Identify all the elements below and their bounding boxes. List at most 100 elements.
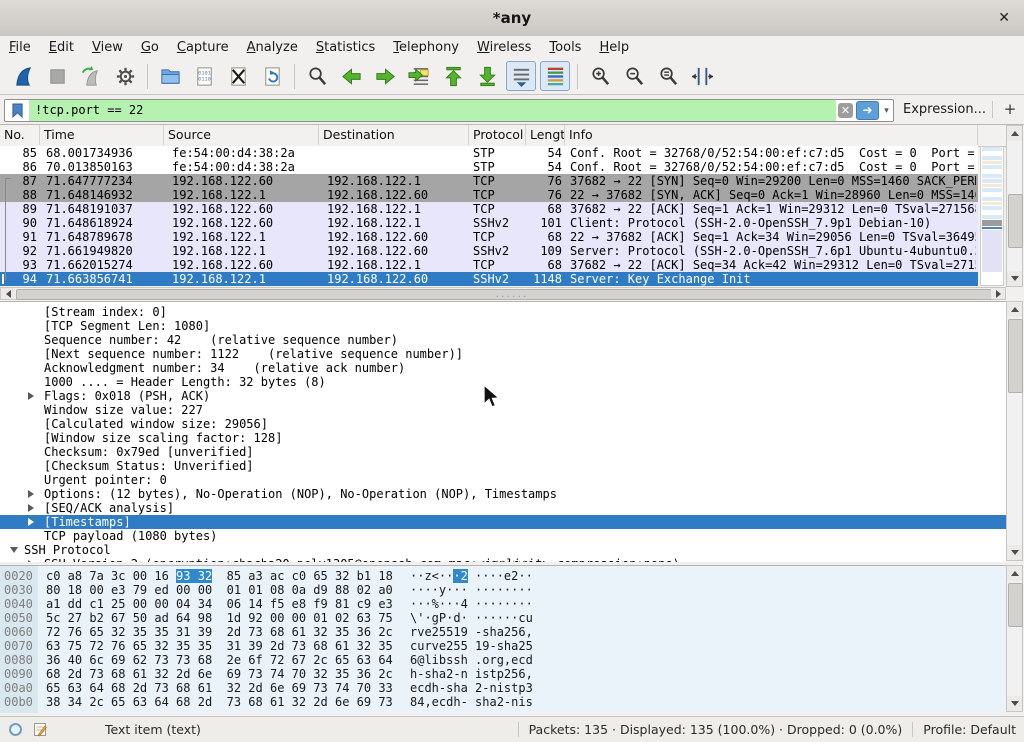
menu-go[interactable]: Go (132, 38, 168, 57)
go-forward-button[interactable] (370, 61, 400, 91)
detail-row[interactable]: Window size value: 227 (0, 403, 1006, 417)
expand-arrow-right-icon[interactable] (28, 490, 34, 498)
expand-arrow-right-icon[interactable] (28, 392, 34, 400)
packet-row-85[interactable]: 8568.001734936fe:54:00:d4:38:2aSTP54Conf… (0, 146, 978, 160)
packet-row-86[interactable]: 8670.013850163fe:54:00:d4:38:2aSTP54Conf… (0, 160, 978, 174)
menu-wireless[interactable]: Wireless (468, 38, 540, 57)
hex-vscrollbar[interactable] (1006, 565, 1023, 712)
hex-row[interactable]: 007063 75 72 76 65 32 35 35 31 39 2d 73 … (0, 639, 1006, 653)
restart-capture-button[interactable] (76, 61, 106, 91)
detail-row[interactable]: [Checksum Status: Unverified] (0, 459, 1006, 473)
detail-row[interactable]: Acknowledgment number: 34 (relative ack … (0, 361, 1006, 375)
packet-row-91[interactable]: 9171.648789678192.168.122.1192.168.122.6… (0, 230, 978, 244)
filter-add-button[interactable]: + (1001, 99, 1019, 120)
menu-tools[interactable]: Tools (540, 38, 590, 57)
packet-list-vscrollbar[interactable] (1006, 125, 1023, 287)
go-first-button[interactable] (438, 61, 468, 91)
stop-capture-button[interactable] (42, 61, 72, 91)
auto-scroll-button[interactable] (506, 61, 536, 91)
open-file-button[interactable] (155, 61, 185, 91)
scroll-down-button[interactable] (1007, 696, 1022, 711)
packet-row-90[interactable]: 9071.648618924192.168.122.60192.168.122.… (0, 216, 978, 230)
packet-row-87[interactable]: 8771.647777234192.168.122.60192.168.122.… (0, 174, 978, 188)
expression-button[interactable]: Expression... (903, 99, 986, 120)
detail-row[interactable]: [Next sequence number: 1122 (relative se… (0, 347, 1006, 361)
profile-status[interactable]: Profile: Default (923, 722, 1016, 737)
filter-dropdown-caret[interactable]: ▾ (880, 106, 893, 116)
hex-row[interactable]: 00a065 63 64 68 2d 73 68 61 32 2d 6e 69 … (0, 681, 1006, 695)
hex-row[interactable]: 003080 18 00 e3 79 ed 00 00 01 01 08 0a … (0, 583, 1006, 597)
column-header-source[interactable]: Source (164, 125, 319, 145)
splitter-grip[interactable]: ······ (486, 560, 538, 564)
go-to-packet-button[interactable] (404, 61, 434, 91)
zoom-original-button[interactable] (653, 61, 683, 91)
expand-arrow-right-icon[interactable] (28, 504, 34, 512)
hex-row[interactable]: 0020c0 a8 7a 3c 00 16 93 32 85 a3 ac c0 … (0, 569, 1006, 583)
splitter-grip[interactable]: ······ (486, 295, 538, 299)
filter-bookmark-button[interactable] (5, 100, 30, 121)
detail-row[interactable]: [Window size scaling factor: 128] (0, 431, 1006, 445)
packet-row-88[interactable]: 8871.648146932192.168.122.1192.168.122.6… (0, 188, 978, 202)
menu-capture[interactable]: Capture (168, 38, 238, 57)
column-header-info[interactable]: Info (565, 125, 978, 145)
go-last-button[interactable] (472, 61, 502, 91)
detail-row[interactable]: TCP payload (1080 bytes) (0, 529, 1006, 543)
start-capture-button[interactable] (8, 61, 38, 91)
packet-row-93[interactable]: 9371.662015274192.168.122.60192.168.122.… (0, 258, 978, 272)
packet-row-89[interactable]: 8971.648191037192.168.122.60192.168.122.… (0, 202, 978, 216)
column-header-destination[interactable]: Destination (319, 125, 469, 145)
scroll-up-button[interactable] (1007, 126, 1022, 141)
scroll-thumb[interactable] (1008, 583, 1023, 627)
detail-row[interactable]: [TCP Segment Len: 1080] (0, 319, 1006, 333)
scroll-thumb[interactable] (1008, 319, 1023, 393)
expert-info-icon[interactable] (8, 722, 23, 737)
detail-row[interactable]: [Timestamps] (0, 515, 1006, 529)
expand-arrow-down-icon[interactable] (10, 547, 18, 553)
column-header-time[interactable]: Time (40, 125, 164, 145)
hex-row[interactable]: 006072 76 65 32 35 35 31 39 2d 73 68 61 … (0, 625, 1006, 639)
reload-file-button[interactable] (257, 61, 287, 91)
scroll-right-button[interactable] (991, 288, 1005, 299)
expand-arrow-right-icon[interactable] (28, 518, 34, 526)
filter-clear-button[interactable]: ✕ (838, 103, 853, 118)
zoom-in-button[interactable] (585, 61, 615, 91)
detail-row[interactable]: Flags: 0x018 (PSH, ACK) (0, 389, 1006, 403)
detail-row[interactable]: [Calculated window size: 29056] (0, 417, 1006, 431)
colorize-button[interactable] (540, 61, 570, 91)
details-vscrollbar[interactable] (1006, 301, 1023, 561)
menu-view[interactable]: View (83, 38, 132, 57)
packet-row-92[interactable]: 9271.661949820192.168.122.1192.168.122.6… (0, 244, 978, 258)
capture-comment-icon[interactable] (33, 722, 47, 737)
hex-row[interactable]: 009068 2d 73 68 61 32 2d 6e 69 73 74 70 … (0, 667, 1006, 681)
detail-row[interactable]: Options: (12 bytes), No-Operation (NOP),… (0, 487, 1006, 501)
capture-options-button[interactable] (110, 61, 140, 91)
go-back-button[interactable] (336, 61, 366, 91)
filter-apply-button[interactable]: ➜ (856, 101, 879, 120)
scroll-up-button[interactable] (1007, 566, 1022, 581)
detail-row[interactable]: Urgent pointer: 0 (0, 473, 1006, 487)
scroll-down-button[interactable] (1007, 271, 1022, 286)
filter-input-wrap[interactable]: !tcp.port == 22 ✕ ➜ ▾ (4, 99, 894, 122)
menu-statistics[interactable]: Statistics (307, 38, 384, 57)
zoom-out-button[interactable] (619, 61, 649, 91)
menu-help[interactable]: Help (590, 38, 638, 57)
title-bar[interactable]: *any ✕ (0, 0, 1024, 37)
find-packet-button[interactable] (302, 61, 332, 91)
close-file-button[interactable] (223, 61, 253, 91)
scroll-down-button[interactable] (1007, 545, 1022, 560)
save-file-button[interactable]: 01010110 (189, 61, 219, 91)
column-header-no[interactable]: No. (0, 125, 40, 145)
display-filter-input[interactable]: !tcp.port == 22 (30, 100, 836, 121)
menu-file[interactable]: File (0, 38, 40, 57)
hex-row[interactable]: 008036 40 6c 69 62 73 73 68 2e 6f 72 67 … (0, 653, 1006, 667)
detail-row[interactable]: Checksum: 0x79ed [unverified] (0, 445, 1006, 459)
column-header-protocol[interactable]: Protocol (469, 125, 526, 145)
detail-row[interactable]: Sequence number: 42 (relative sequence n… (0, 333, 1006, 347)
packet-row-94[interactable]: 9471.663856741192.168.122.1192.168.122.6… (0, 272, 978, 286)
detail-row[interactable]: [Stream index: 0] (0, 305, 1006, 319)
detail-row[interactable]: 1000 .... = Header Length: 32 bytes (8) (0, 375, 1006, 389)
menu-telephony[interactable]: Telephony (384, 38, 468, 57)
scroll-up-button[interactable] (1007, 302, 1022, 317)
column-header-length[interactable]: Length (526, 125, 565, 145)
detail-row[interactable]: [SEQ/ACK analysis] (0, 501, 1006, 515)
